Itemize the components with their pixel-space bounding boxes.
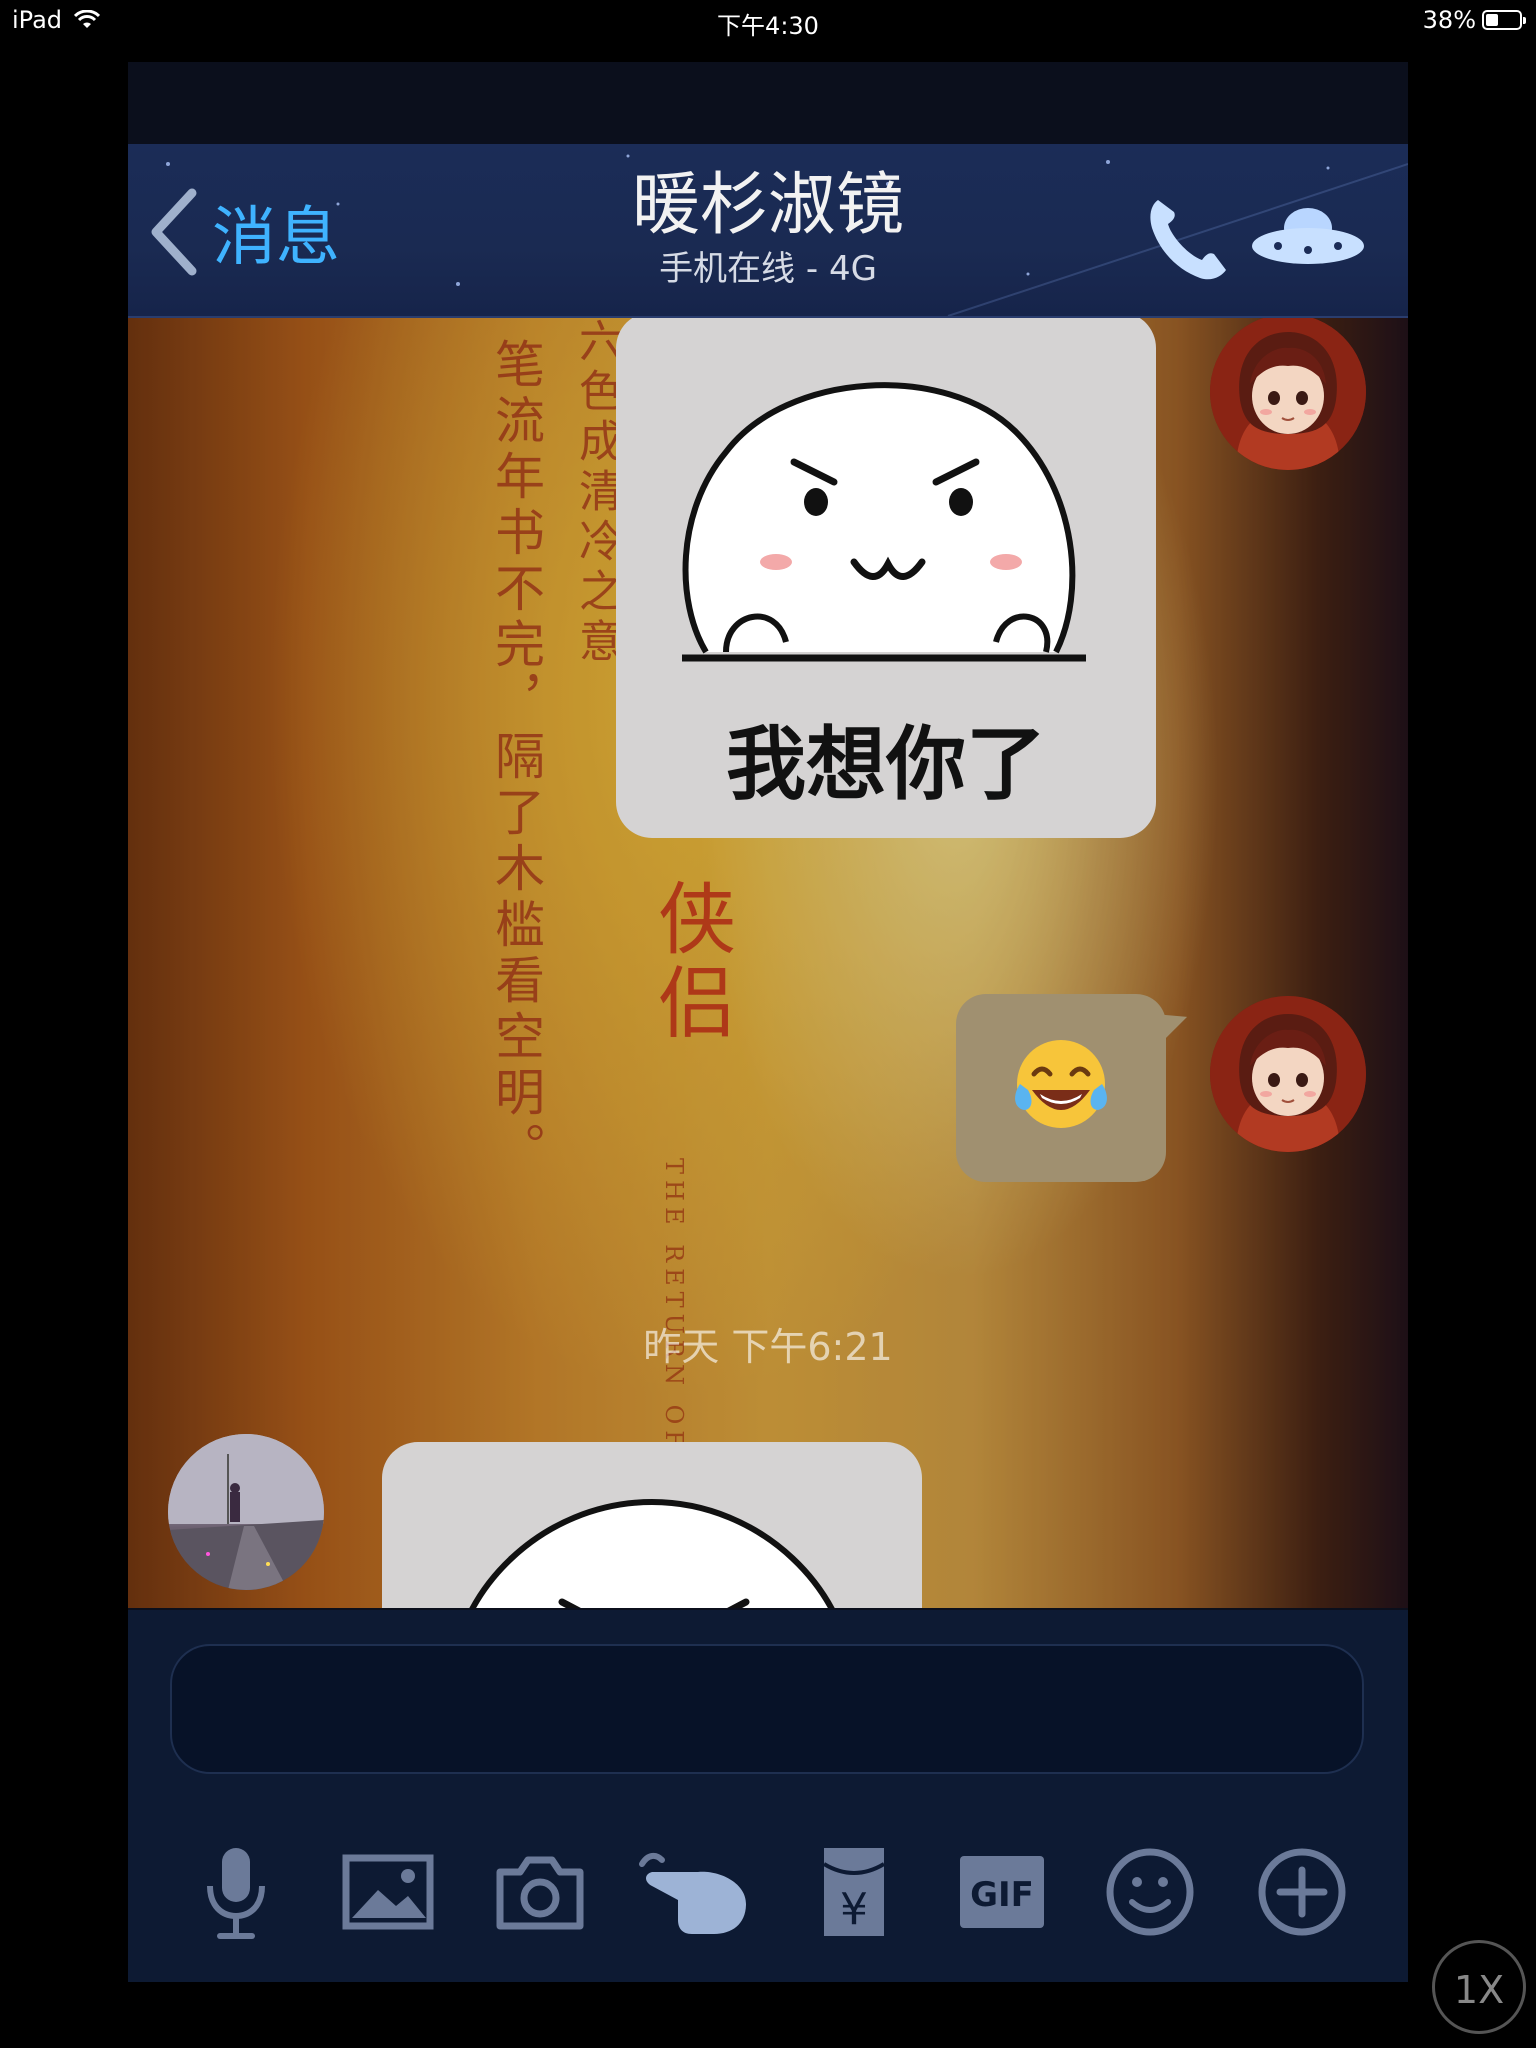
avatar-me[interactable] (1210, 318, 1366, 470)
plus-icon (1258, 1848, 1346, 1936)
red-packet-icon: ¥ (822, 1848, 886, 1936)
gif-icon: GIF (960, 1856, 1044, 1928)
gif-button[interactable]: GIF (952, 1842, 1052, 1942)
battery-percent: 38% (1422, 6, 1476, 34)
sticker-caption: 我想你了 (726, 718, 1046, 811)
voice-button[interactable] (186, 1842, 286, 1942)
tears-of-joy-emoji-icon (1015, 1040, 1107, 1128)
sticker-message[interactable]: 我想你了 (616, 318, 1156, 838)
nav-bar: 消息 暖杉淑镜 手机在线 - 4G (128, 144, 1408, 318)
battery-icon (1482, 10, 1526, 30)
camera-button[interactable] (490, 1842, 590, 1942)
avatar-me[interactable] (1210, 996, 1366, 1152)
input-toolbar: ¥ GIF (128, 1800, 1408, 1982)
more-button[interactable] (1252, 1842, 1352, 1942)
input-area (128, 1610, 1408, 1800)
camera-icon (496, 1856, 584, 1930)
cute-face-sticker (469, 1498, 835, 1608)
red-packet-button[interactable]: ¥ (804, 1842, 904, 1942)
ufo-icon (1252, 208, 1364, 264)
chat-area[interactable]: 笔流年书不完，隔了木槛看空明。 六色成清冷之意 侠侣 THE RETURN OF… (128, 318, 1408, 1608)
background-text-1: 笔流年书不完，隔了木槛看空明。 (487, 338, 545, 1178)
cute-face-sticker (682, 382, 1086, 662)
status-bar: iPad 下午4:30 38% (0, 0, 1536, 42)
emoji-button[interactable] (1100, 1842, 1200, 1942)
more-ufo-button[interactable] (1248, 194, 1368, 284)
zoom-toggle-button[interactable]: 1X (1432, 1940, 1526, 2034)
phone-icon (1150, 200, 1226, 280)
yuan-symbol: ¥ (840, 1884, 868, 1935)
avatar-girl-icon (1210, 318, 1366, 470)
microphone-icon (207, 1848, 265, 1939)
app-frame: 消息 暖杉淑镜 手机在线 - 4G 笔流年书不完，隔了木槛看空明。 六色成清冷之… (128, 62, 1408, 1982)
gif-label: GIF (970, 1875, 1034, 1915)
poke-button[interactable] (638, 1842, 754, 1942)
avatar-contact[interactable] (168, 1434, 324, 1590)
background-text-3: 侠侣 (645, 878, 735, 1046)
call-button[interactable] (1138, 190, 1234, 286)
avatar-road-photo-icon (168, 1434, 324, 1590)
message-timestamp: 昨天 下午6:21 (643, 1325, 893, 1369)
message-input[interactable] (170, 1644, 1364, 1774)
emoji-message[interactable] (956, 994, 1166, 1182)
poke-hand-icon (639, 1852, 746, 1934)
status-time: 下午4:30 (717, 12, 819, 40)
smiley-icon (1106, 1848, 1194, 1936)
photo-button[interactable] (338, 1842, 438, 1942)
status-right: 38% (1422, 6, 1526, 34)
image-icon (342, 1854, 434, 1930)
top-strip (128, 62, 1408, 144)
avatar-girl-icon (1210, 996, 1366, 1152)
sticker-message-incoming[interactable] (382, 1442, 922, 1608)
